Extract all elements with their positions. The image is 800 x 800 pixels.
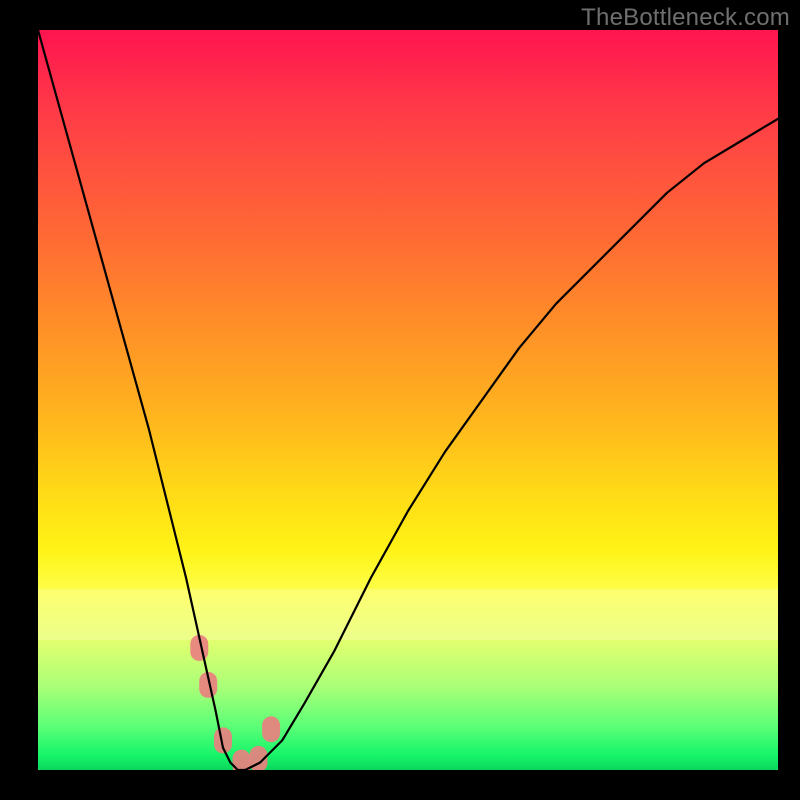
chart-container: TheBottleneck.com <box>0 0 800 800</box>
bottleneck-curve <box>38 30 778 770</box>
curve-svg <box>38 30 778 770</box>
watermark-text: TheBottleneck.com <box>581 4 790 32</box>
plot-area <box>38 30 778 770</box>
highlight-blob <box>262 716 280 742</box>
